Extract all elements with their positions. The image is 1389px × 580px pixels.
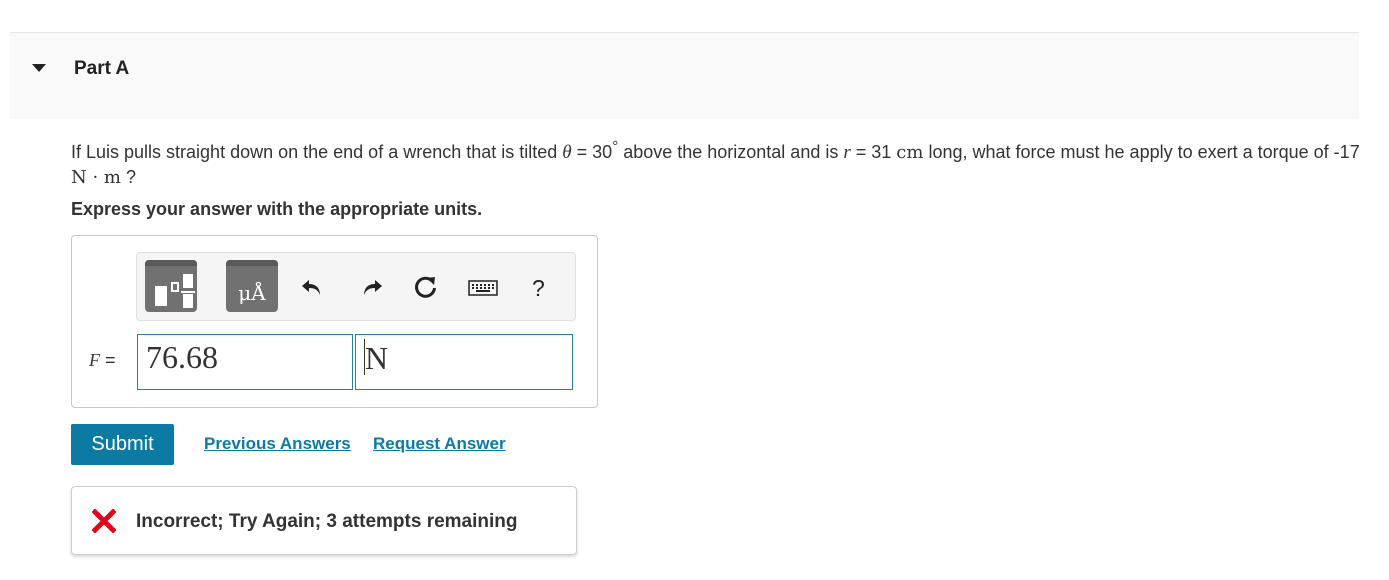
torque-unit: N · m <box>71 167 121 188</box>
request-answer-link[interactable]: Request Answer <box>373 434 506 454</box>
x-mark-icon <box>91 508 117 534</box>
r-symbol: r <box>843 142 851 163</box>
question-text: If Luis pulls straight down on the end o… <box>71 138 1360 188</box>
value-input[interactable]: 76.68 <box>137 334 353 390</box>
part-title: Part A <box>74 58 130 79</box>
templates-button[interactable] <box>145 260 197 312</box>
submit-button[interactable]: Submit <box>71 424 174 465</box>
math-toolbar: μÅ ? <box>136 252 576 321</box>
keyboard-icon[interactable] <box>467 275 499 301</box>
reset-icon[interactable] <box>413 275 439 301</box>
help-button[interactable]: ? <box>532 275 545 302</box>
r-unit: cm <box>896 142 924 163</box>
answer-box: μÅ ? F = 76.68 N <box>71 235 598 408</box>
collapse-caret-icon[interactable] <box>32 64 46 72</box>
redo-icon[interactable] <box>359 275 385 301</box>
units-button[interactable]: μÅ <box>226 260 278 312</box>
part-header[interactable]: Part A <box>10 32 1359 119</box>
answer-variable-label: F = <box>89 350 116 370</box>
previous-answers-link[interactable]: Previous Answers <box>204 434 351 454</box>
units-icon: μÅ <box>238 281 266 305</box>
feedback-box: Incorrect; Try Again; 3 attempts remaini… <box>71 486 577 555</box>
unit-input[interactable]: N <box>355 334 573 390</box>
feedback-message: Incorrect; Try Again; 3 attempts remaini… <box>136 511 518 532</box>
undo-icon[interactable] <box>299 275 325 301</box>
answer-instruction: Express your answer with the appropriate… <box>71 199 483 219</box>
theta-symbol: θ <box>562 142 572 163</box>
